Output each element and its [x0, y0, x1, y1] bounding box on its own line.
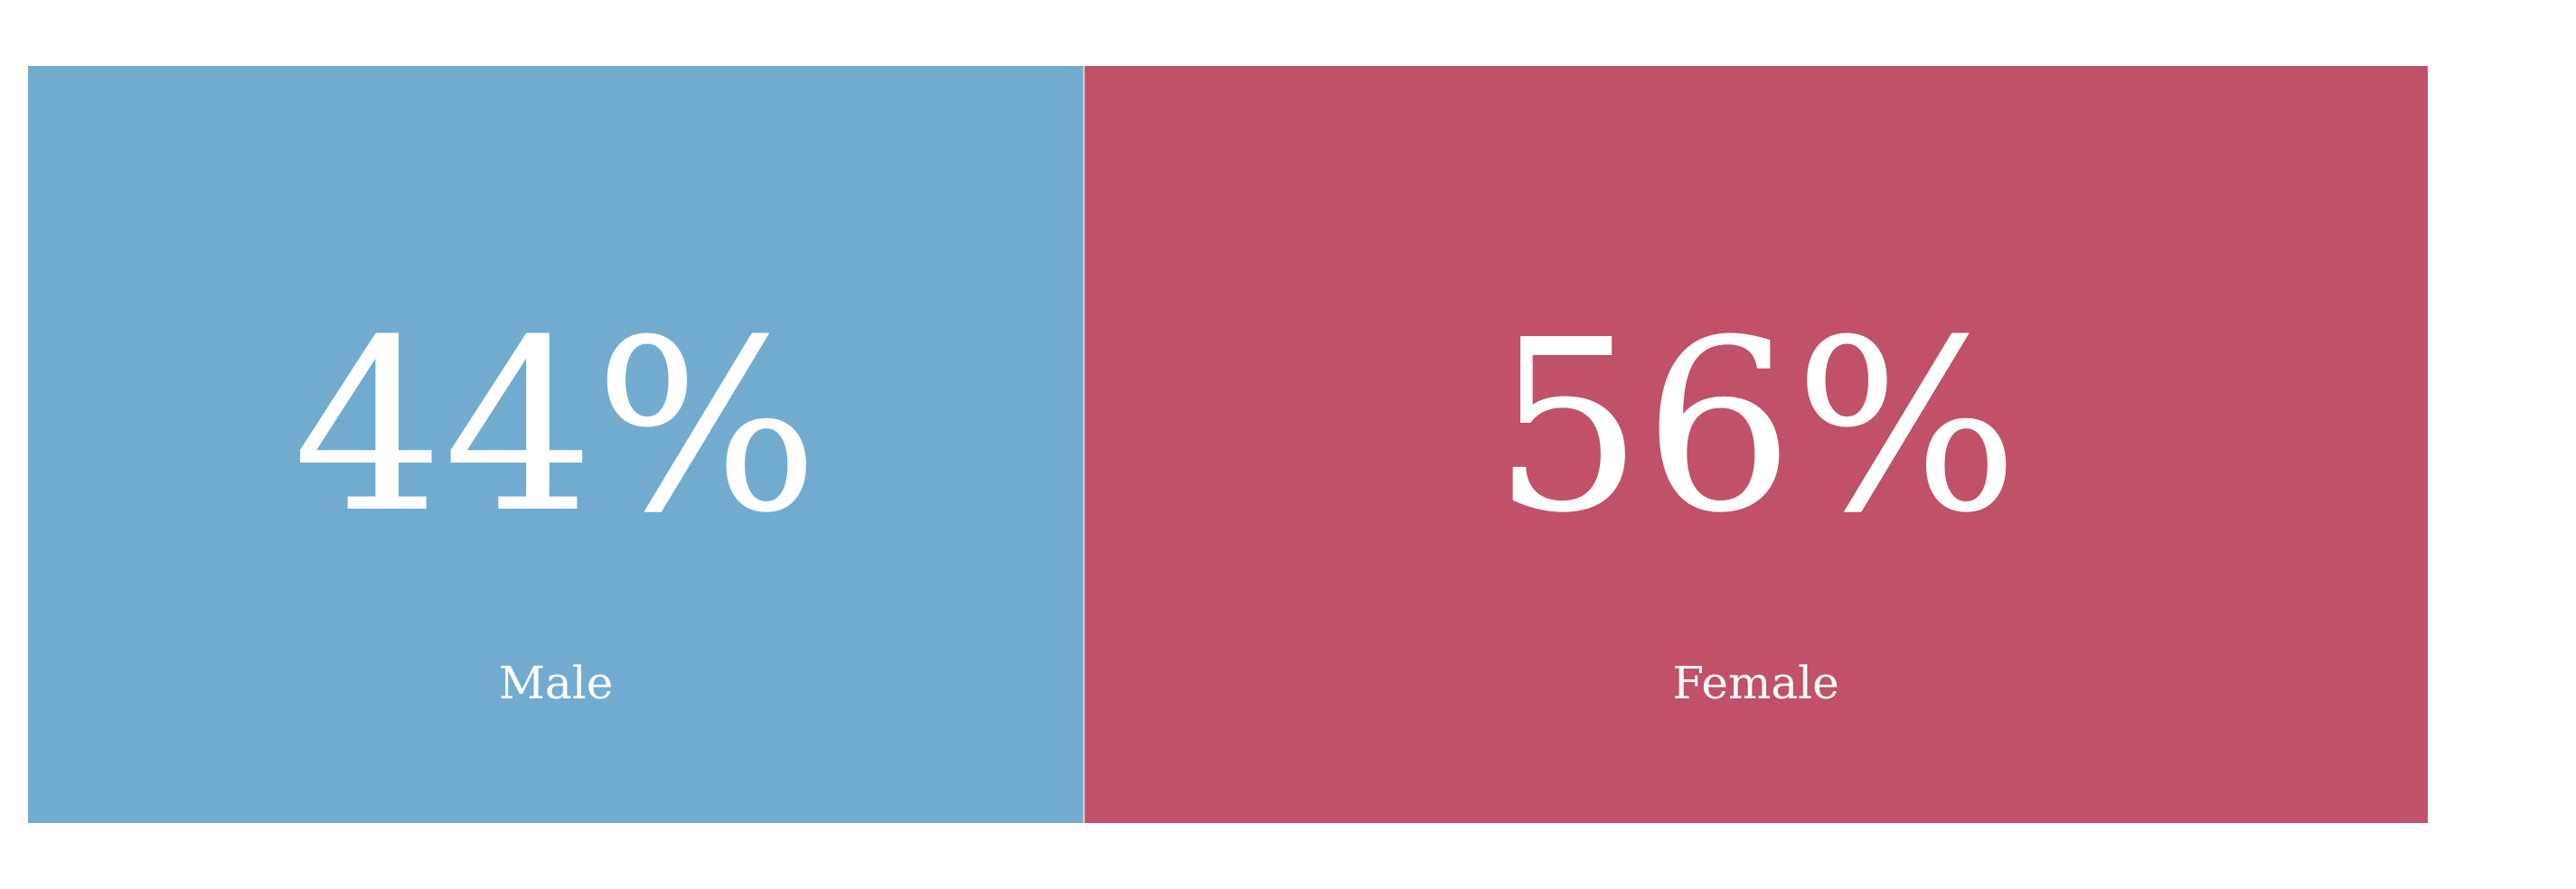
category-label-male: Male: [499, 657, 614, 709]
percent-label-male: 44%: [293, 289, 819, 565]
gender-split-chart: 44% Male 56% Female: [28, 66, 2428, 823]
category-label-female: Female: [1672, 657, 1838, 709]
percent-label-female: 56%: [1492, 289, 2018, 565]
